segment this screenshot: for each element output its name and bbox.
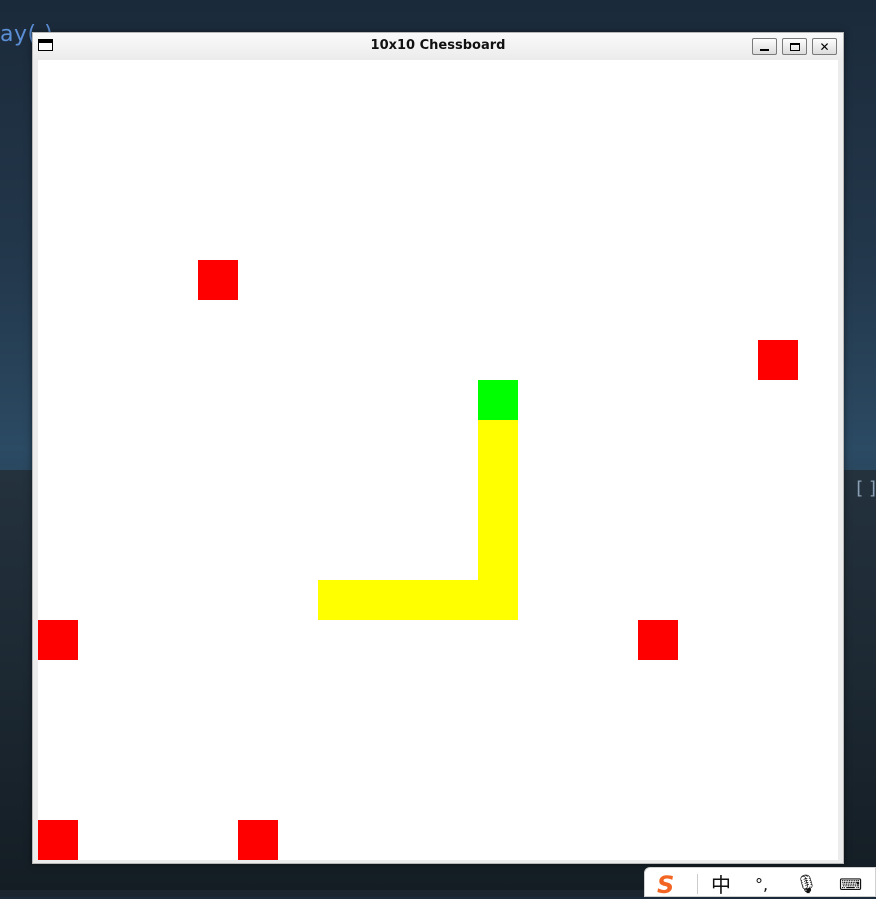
- red-cell: [198, 260, 238, 300]
- red-cell: [758, 340, 798, 380]
- ime-divider: [697, 874, 698, 894]
- ime-keyboard-icon[interactable]: ⌨: [839, 873, 862, 897]
- snake-body-cell: [318, 580, 358, 620]
- ime-toolbar: S 中 °, 🎙 ⌨: [644, 867, 876, 897]
- snake-body-cell: [358, 580, 398, 620]
- ime-microphone-icon[interactable]: 🎙: [795, 873, 818, 897]
- snake-body-cell: [478, 500, 518, 540]
- snake-body-cell: [478, 420, 518, 460]
- close-button[interactable]: ✕: [812, 38, 837, 55]
- red-cell: [238, 820, 278, 860]
- red-cell: [38, 820, 78, 860]
- window-title: 10x10 Chessboard: [370, 38, 506, 53]
- maximize-button[interactable]: [782, 38, 807, 55]
- snake-body-cell: [478, 460, 518, 500]
- snake-body-cell: [438, 580, 478, 620]
- snake-body-cell: [478, 540, 518, 580]
- ime-chinese-mode-button[interactable]: 中: [711, 873, 731, 897]
- red-cell: [638, 620, 678, 660]
- red-cell: [38, 620, 78, 660]
- close-icon: ✕: [819, 39, 830, 54]
- background-text: ay: [0, 22, 28, 47]
- chessboard-canvas[interactable]: [38, 60, 838, 860]
- maximize-icon: [789, 42, 800, 51]
- snake-body-cell: [478, 580, 518, 620]
- ime-punctuation-icon[interactable]: °,: [755, 873, 768, 897]
- minimize-button[interactable]: [752, 38, 777, 55]
- chessboard-window: 10x10 Chessboard ✕: [32, 32, 844, 864]
- background-fullscreen-icon: [ ]: [856, 478, 876, 499]
- snake-head-cell: [478, 380, 518, 420]
- snake-body-cell: [398, 580, 438, 620]
- minimize-icon: [760, 49, 769, 51]
- title-bar[interactable]: 10x10 Chessboard ✕: [33, 33, 843, 59]
- ime-logo-icon[interactable]: S: [657, 873, 674, 897]
